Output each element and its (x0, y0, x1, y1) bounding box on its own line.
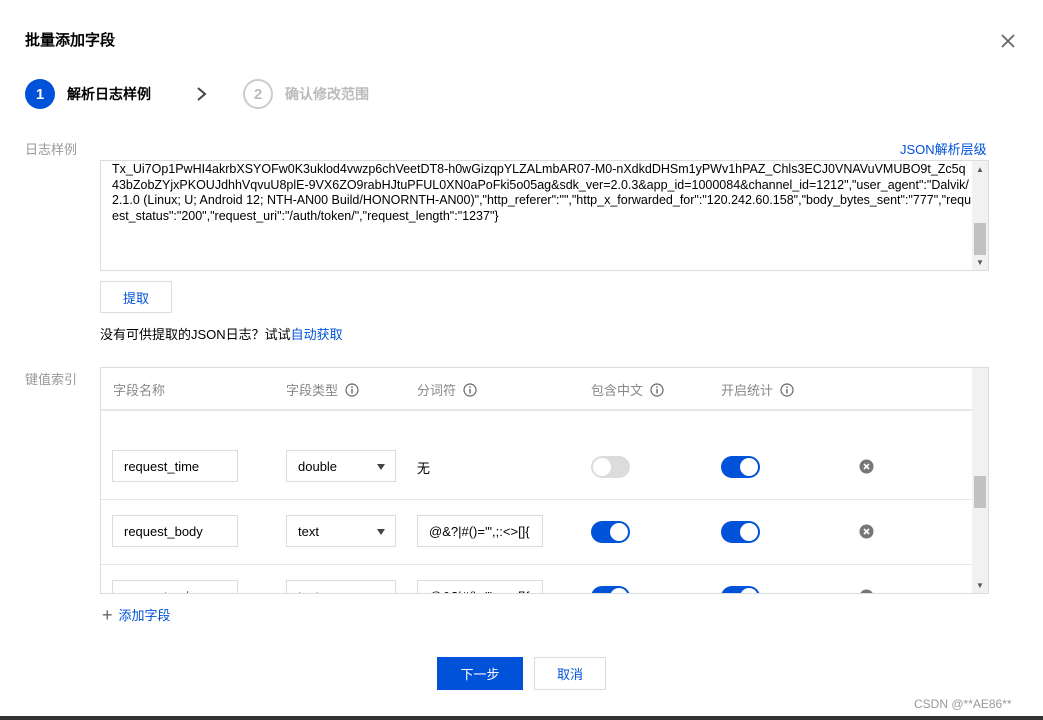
dialog-title: 批量添加字段 (25, 32, 116, 49)
field-type-value: double (298, 458, 338, 474)
field-type-select[interactable]: double (286, 450, 396, 482)
kv-index-table: request_time double 无 request_body text … (100, 367, 989, 594)
header-field-type: 字段类型 (286, 380, 359, 399)
table-row: request_uri text @&?|#()='",;:<>[]{ (101, 565, 973, 594)
next-step-button[interactable]: 下一步 (437, 657, 523, 690)
close-icon[interactable] (998, 31, 1018, 51)
info-icon[interactable] (463, 382, 477, 397)
cancel-button[interactable]: 取消 (534, 657, 606, 690)
auto-fetch-link[interactable]: 自动获取 (291, 327, 343, 342)
table-row: request_body text @&?|#()='",;:<>[]{ (101, 500, 973, 565)
scroll-up-icon[interactable]: ▲ (972, 161, 988, 177)
table-header: 字段名称 字段类型 分词符 包含中文 开启统计 (101, 368, 973, 410)
field-type-select[interactable]: text (286, 580, 396, 594)
field-type-value: text (298, 589, 319, 594)
table-scroll-thumb[interactable] (974, 476, 986, 508)
separator-input[interactable]: @&?|#()='",;:<>[]{ (417, 580, 543, 593)
chevron-right-icon (197, 87, 207, 101)
log-sample-text: Tx_Ui7Op1PwHI4akrbXSYOFw0K3uklod4vwzp6ch… (112, 162, 972, 223)
stats-toggle[interactable] (721, 586, 760, 593)
step-2: 2 确认修改范围 (243, 79, 369, 109)
delete-icon[interactable] (859, 524, 874, 539)
log-scroll-thumb[interactable] (974, 223, 986, 255)
separator-input[interactable]: @&?|#()='",;:<>[]{ (417, 515, 543, 547)
stats-toggle[interactable] (721, 456, 760, 478)
header-field-name: 字段名称 (113, 383, 166, 398)
json-level-link[interactable]: JSON解析层级 (900, 139, 987, 158)
step-1-label: 解析日志样例 (67, 86, 151, 102)
log-scrollbar[interactable]: ▲ ▼ (972, 161, 988, 270)
stats-toggle[interactable] (721, 521, 760, 543)
delete-icon[interactable] (859, 459, 874, 474)
add-field-button[interactable]: + 添加字段 (102, 605, 171, 624)
field-name-input[interactable]: request_uri (112, 580, 238, 593)
kv-index-label: 键值索引 (25, 372, 78, 387)
watermark: CSDN @**AE86** (914, 697, 1012, 711)
header-stats-label: 开启统计 (721, 383, 774, 398)
separator-text: 无 (417, 461, 431, 476)
log-sample-label: 日志样例 (25, 142, 78, 157)
extract-button[interactable]: 提取 (100, 281, 172, 313)
table-row: request_time double 无 (101, 435, 973, 500)
chinese-toggle[interactable] (591, 521, 630, 543)
step-1: 1 解析日志样例 (25, 79, 151, 109)
delete-icon[interactable] (859, 589, 874, 594)
info-icon[interactable] (650, 382, 664, 397)
caret-down-icon (377, 464, 385, 470)
header-stats: 开启统计 (721, 380, 794, 399)
add-field-label: 添加字段 (118, 608, 171, 623)
field-name-input[interactable]: request_body (112, 515, 238, 547)
log-sample-textarea[interactable]: Tx_Ui7Op1PwHI4akrbXSYOFw0K3uklod4vwzp6ch… (100, 160, 989, 271)
header-separator: 分词符 (417, 380, 477, 399)
plus-icon: + (102, 604, 113, 625)
scroll-down-icon[interactable]: ▼ (972, 577, 988, 593)
header-chinese: 包含中文 (591, 380, 664, 399)
hint-text: 没有可供提取的JSON日志？试试 (100, 327, 291, 342)
table-scrollbar[interactable]: ▼ (972, 368, 988, 593)
header-chinese-label: 包含中文 (591, 383, 644, 398)
step-2-label: 确认修改范围 (285, 86, 369, 102)
info-icon[interactable] (780, 382, 794, 397)
chinese-toggle[interactable] (591, 586, 630, 593)
header-field-type-label: 字段类型 (286, 383, 339, 398)
info-icon[interactable] (345, 382, 359, 397)
caret-down-icon (377, 529, 385, 535)
bottom-bar (0, 716, 1043, 720)
header-separator-label: 分词符 (417, 383, 457, 398)
step-1-number: 1 (25, 79, 55, 109)
field-type-select[interactable]: text (286, 515, 396, 547)
step-2-number: 2 (243, 79, 273, 109)
chinese-toggle[interactable] (591, 456, 630, 478)
field-name-input[interactable]: request_time (112, 450, 238, 482)
field-type-value: text (298, 523, 319, 539)
scroll-down-icon[interactable]: ▼ (972, 254, 988, 270)
hint: 没有可供提取的JSON日志？试试自动获取 (100, 324, 343, 343)
